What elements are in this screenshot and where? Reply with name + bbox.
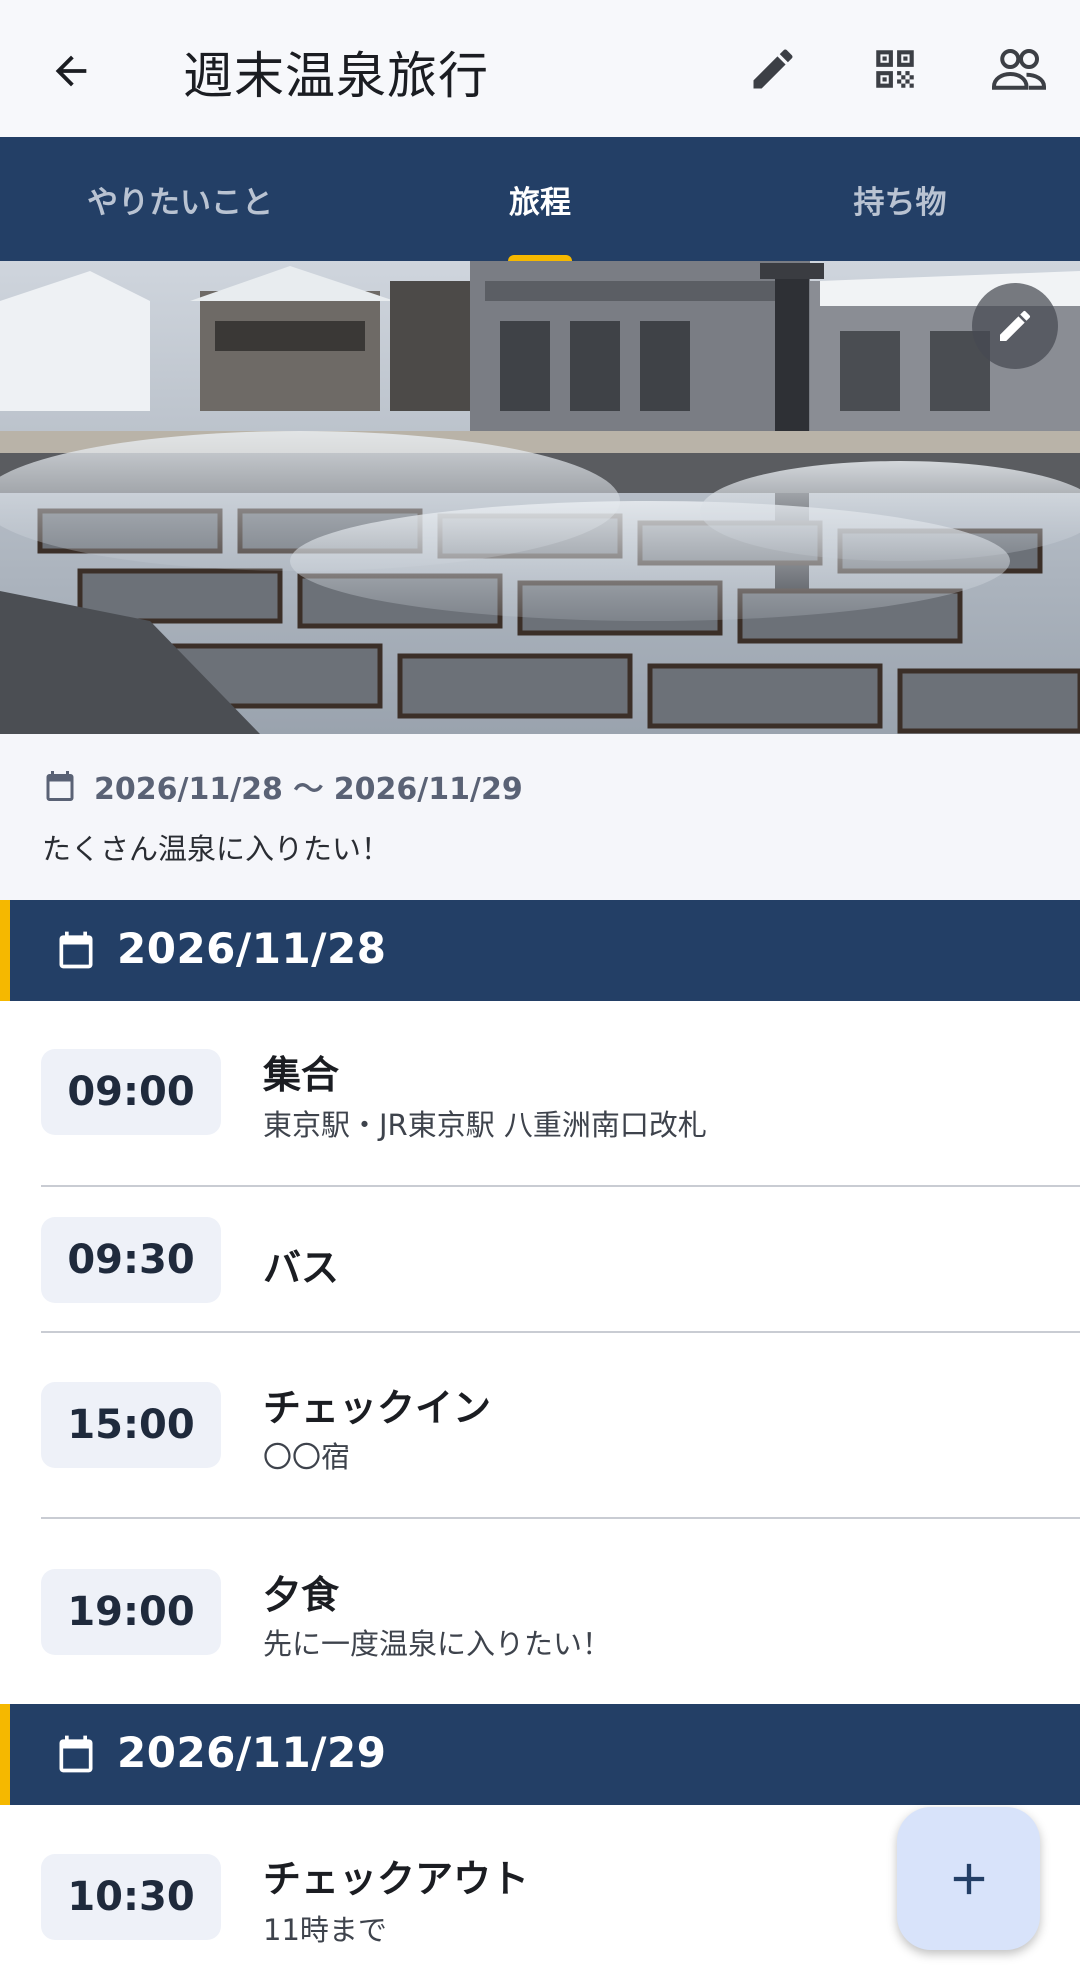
trip-description: たくさん温泉に入りたい！ <box>42 832 391 866</box>
itinerary-item[interactable]: 09:00 集合 東京駅・JR東京駅 八重洲南口改札 <box>0 1001 1080 1187</box>
date-range: 2026/11/28 〜 2026/11/29 <box>94 772 523 807</box>
item-subtitle: 11時まで <box>263 1913 387 1947</box>
time-chip: 09:30 <box>41 1217 221 1303</box>
tab-bar: やりたいこと 旅程 持ち物 <box>0 137 1080 261</box>
itinerary-item[interactable]: 09:30 バス <box>0 1187 1080 1333</box>
item-title: バス <box>263 1246 340 1290</box>
edit-icon <box>753 49 793 89</box>
back-button[interactable] <box>38 38 104 104</box>
day-header: 2026/11/28 <box>0 900 1080 1001</box>
time-chip: 10:30 <box>41 1854 221 1940</box>
item-title: チェックイン <box>263 1386 492 1430</box>
plus-icon <box>953 1863 984 1894</box>
qr-code-icon <box>876 50 914 88</box>
itinerary-item[interactable]: 15:00 チェックイン 〇〇宿 <box>0 1333 1080 1519</box>
page-title: 週末温泉旅行 <box>183 47 489 105</box>
edit-cover-button[interactable] <box>972 283 1058 369</box>
day-date: 2026/11/28 <box>117 924 387 973</box>
item-title: 集合 <box>263 1053 340 1097</box>
time-chip: 19:00 <box>41 1569 221 1655</box>
tab-label: 持ち物 <box>853 184 947 221</box>
trip-info: 2026/11/28 〜 2026/11/29 たくさん温泉に入りたい！ <box>0 734 1080 900</box>
day-header: 2026/11/29 <box>0 1704 1080 1805</box>
item-title: 夕食 <box>263 1573 340 1617</box>
trip-dates: 2026/11/28 〜 2026/11/29 <box>42 764 523 808</box>
edit-trip-button[interactable] <box>738 36 808 102</box>
item-subtitle: 東京駅・JR東京駅 八重洲南口改札 <box>263 1108 707 1142</box>
time-chip: 09:00 <box>41 1049 221 1135</box>
calendar-icon <box>46 771 74 801</box>
calendar-icon <box>59 931 93 969</box>
tab-label: 旅程 <box>509 184 571 221</box>
time-chip: 15:00 <box>41 1382 221 1468</box>
arrow-back-icon <box>55 55 87 87</box>
day-accent-bar <box>0 1704 10 1805</box>
app-bar: 週末温泉旅行 <box>0 0 1080 137</box>
tab-packing[interactable]: 持ち物 <box>720 137 1080 261</box>
tab-label: やりたいこと <box>87 184 273 221</box>
day-accent-bar <box>0 900 10 1001</box>
day-date: 2026/11/29 <box>117 1728 387 1777</box>
item-subtitle: 〇〇宿 <box>263 1440 351 1474</box>
calendar-icon <box>59 1735 93 1773</box>
itinerary-item[interactable]: 19:00 夕食 先に一度温泉に入りたい！ <box>0 1519 1080 1704</box>
tab-itinerary[interactable]: 旅程 <box>360 137 720 261</box>
people-icon <box>992 49 1046 90</box>
item-subtitle: 先に一度温泉に入りたい！ <box>263 1627 612 1661</box>
edit-icon <box>1000 310 1031 341</box>
trip-cover-image <box>0 261 1080 734</box>
members-button[interactable] <box>984 36 1054 102</box>
item-title: チェックアウト <box>263 1857 530 1901</box>
tab-wishlist[interactable]: やりたいこと <box>0 137 360 261</box>
cover-photo <box>0 261 1080 734</box>
add-item-button[interactable] <box>897 1807 1040 1950</box>
qr-code-button[interactable] <box>860 36 930 102</box>
